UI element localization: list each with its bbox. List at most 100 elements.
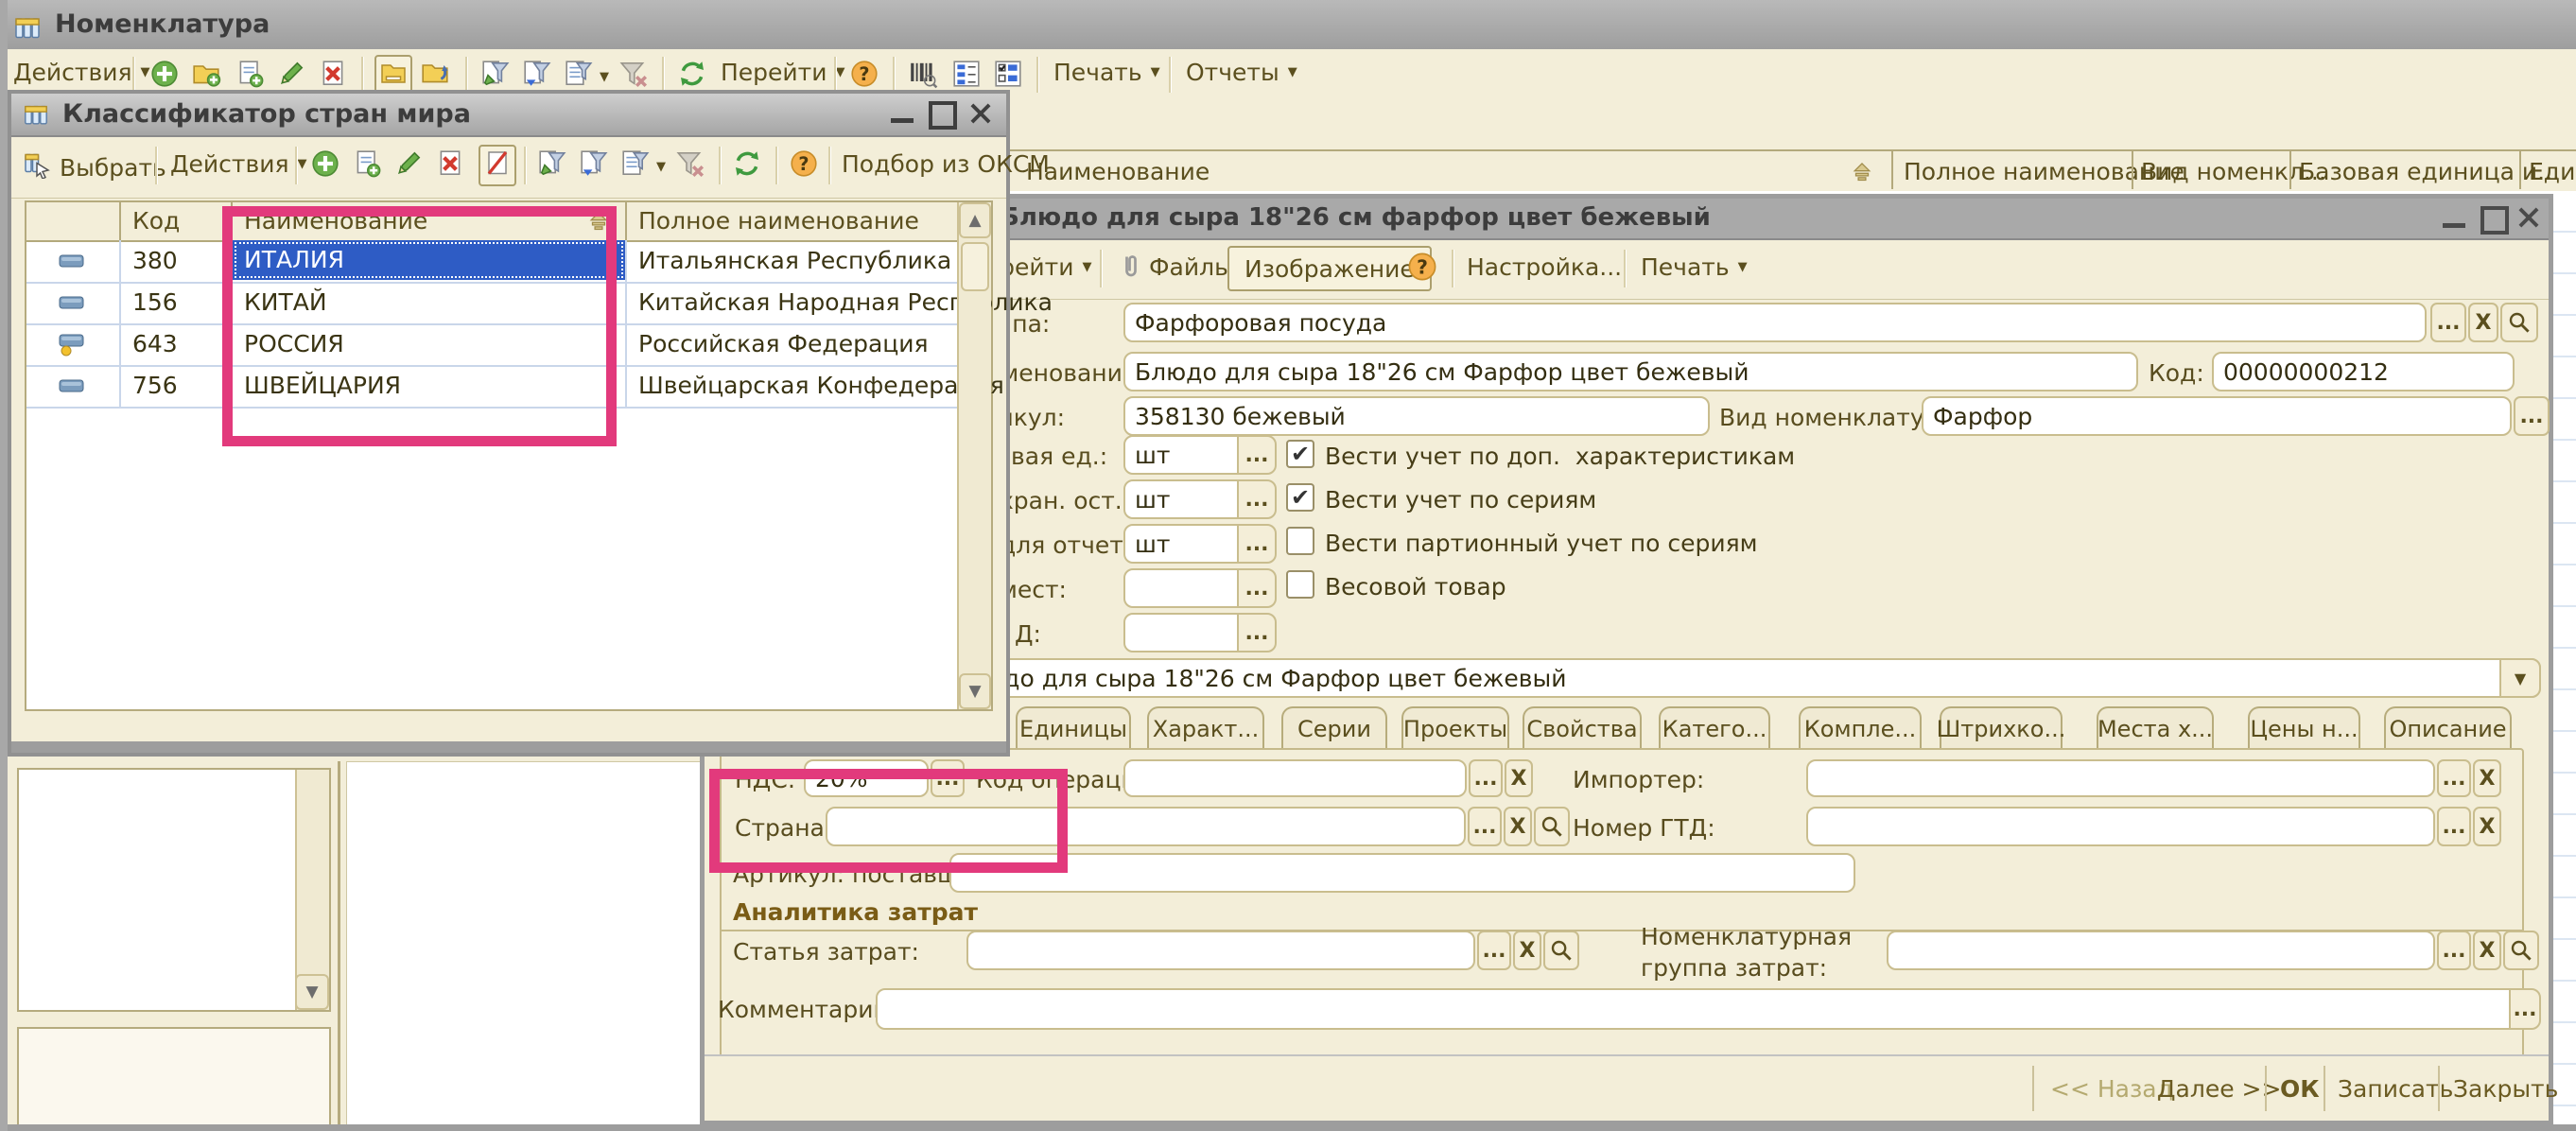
main-window-titlebar[interactable]: Номенклатура <box>0 0 2576 50</box>
ellipsis-button[interactable]: ... <box>1237 435 1277 475</box>
open-button[interactable] <box>2500 303 2538 342</box>
main-list-left-area[interactable] <box>346 761 704 1131</box>
ellipsis-button[interactable]: ... <box>1468 807 1502 846</box>
copy-icon[interactable] <box>235 59 265 93</box>
filter-clear-icon[interactable] <box>675 148 705 183</box>
comment-field[interactable] <box>876 988 2511 1030</box>
open-button[interactable] <box>1534 807 1570 846</box>
help-icon[interactable]: ? <box>789 148 819 183</box>
close-button[interactable] <box>968 101 993 126</box>
table-row[interactable]: 156 КИТАЙ Китайская Народная Республика <box>26 282 959 325</box>
scroll-down-button[interactable]: ▼ <box>959 673 991 709</box>
ok-button[interactable]: ОК <box>2280 1075 2320 1103</box>
stock-unit-field[interactable]: шт <box>1123 479 1239 519</box>
fullname-dropdown[interactable]: Блюдо для сыра 18"26 см Фарфор цвет беже… <box>941 658 2541 698</box>
clear-button[interactable]: X <box>2468 303 2498 342</box>
cost-item-field[interactable] <box>966 931 1475 970</box>
clear-button[interactable]: X <box>2473 931 2501 970</box>
close-dialog-button[interactable]: Закрыть <box>2453 1075 2558 1103</box>
ellipsis-button[interactable]: ... <box>1237 524 1277 564</box>
scroll-thumb[interactable] <box>961 242 989 291</box>
edit-icon[interactable] <box>276 59 306 93</box>
filter-set-icon[interactable] <box>579 148 609 183</box>
ellipsis-button[interactable]: ... <box>2437 807 2471 846</box>
countries-actions-menu-button[interactable]: Действия▼ <box>170 150 307 178</box>
vat-field[interactable]: 20% <box>804 759 929 797</box>
base-unit-field[interactable]: шт <box>1123 435 1239 475</box>
column-header-name[interactable]: Наименование <box>1026 158 1210 185</box>
print-menu-button[interactable]: Печать▼ <box>1053 59 1160 86</box>
name-field[interactable]: Блюдо для сыра 18"26 см Фарфор цвет беже… <box>1123 352 2138 392</box>
filter-list-icon[interactable] <box>620 148 651 183</box>
tnved-field[interactable] <box>1123 613 1239 652</box>
actions-menu-button[interactable]: Действия▼ <box>13 59 150 86</box>
add-icon[interactable] <box>149 59 180 93</box>
clear-button[interactable]: X <box>1513 931 1541 970</box>
article-field[interactable]: 358130 бежевый <box>1123 396 1710 436</box>
clear-button[interactable]: X <box>2473 807 2501 846</box>
gtd-field[interactable] <box>1806 807 2435 846</box>
ellipsis-button[interactable]: ... <box>2437 759 2471 797</box>
add-folder-icon[interactable] <box>191 59 221 93</box>
add-icon[interactable] <box>310 148 340 183</box>
tree-scrollbar[interactable]: ▼ <box>295 770 329 1010</box>
delete-icon[interactable] <box>435 148 465 183</box>
report-unit-field[interactable]: шт <box>1123 524 1239 564</box>
tab-projects[interactable]: Проекты <box>1401 706 1509 750</box>
tab-barcodes[interactable]: Штрихко... <box>1940 706 2063 750</box>
minimize-button[interactable] <box>891 118 914 123</box>
help-icon[interactable]: ? <box>1406 251 1438 287</box>
places-unit-field[interactable] <box>1123 568 1239 608</box>
view-settings-icon[interactable] <box>993 59 1023 93</box>
tab-storage[interactable]: Места х... <box>2097 706 2214 750</box>
dropdown-caret-icon[interactable]: ▼ <box>600 70 609 84</box>
tab-characteristics[interactable]: Характ... <box>1147 706 1264 750</box>
supplier-article-field[interactable] <box>949 853 1855 893</box>
clear-button[interactable]: X <box>1505 759 1533 797</box>
ellipsis-button[interactable]: ... <box>2437 931 2471 970</box>
filter-set-icon[interactable] <box>522 59 552 93</box>
select-button[interactable]: Выбрать <box>23 150 166 184</box>
ellipsis-button[interactable]: ... <box>1237 568 1277 608</box>
barcode-icon[interactable] <box>908 59 938 93</box>
countries-dialog-titlebar[interactable]: Классификатор стран мира <box>11 94 1006 137</box>
checkbox-series[interactable]: ✔ <box>1286 483 1314 512</box>
filter-edit-icon[interactable] <box>480 59 511 93</box>
importer-field[interactable] <box>1806 759 2435 797</box>
edit-icon[interactable] <box>393 148 424 183</box>
item-print-menu-button[interactable]: Печать▼ <box>1641 253 1748 281</box>
open-button[interactable] <box>1543 931 1579 970</box>
checkbox-batch-series[interactable] <box>1286 527 1314 555</box>
clear-button[interactable]: X <box>1504 807 1532 846</box>
maximize-button[interactable] <box>2480 206 2509 235</box>
filter-list-icon[interactable] <box>564 59 594 93</box>
ellipsis-button[interactable]: ... <box>931 759 965 797</box>
settings-button[interactable]: Настройка... <box>1467 253 1622 281</box>
cost-group-field[interactable] <box>1887 931 2435 970</box>
column-header-fullname[interactable]: Полное наименование <box>638 207 919 235</box>
operation-field[interactable] <box>1123 759 1467 797</box>
ellipsis-button[interactable]: ... <box>2514 396 2550 436</box>
countries-scrollbar[interactable]: ▲ ▼ <box>957 202 991 709</box>
tab-prices[interactable]: Цены н... <box>2248 706 2360 750</box>
column-header-name[interactable]: Наименование <box>244 207 427 235</box>
table-row[interactable]: 380 ИТАЛИЯ Итальянская Республика <box>26 240 959 284</box>
refresh-icon[interactable] <box>677 59 707 93</box>
dropdown-button[interactable]: ▼ <box>2499 658 2541 698</box>
ellipsis-button[interactable]: ... <box>2509 988 2541 1030</box>
ellipsis-button[interactable]: ... <box>1237 613 1277 652</box>
filter-edit-icon[interactable] <box>537 148 567 183</box>
tab-properties[interactable]: Свойства <box>1523 706 1642 750</box>
open-button[interactable] <box>2503 931 2539 970</box>
goto-menu-button[interactable]: Перейти▼ <box>721 59 845 86</box>
copy-icon[interactable] <box>352 148 382 183</box>
scroll-up-button[interactable]: ▲ <box>959 202 991 238</box>
tab-units[interactable]: Единицы <box>1016 706 1131 750</box>
close-button[interactable] <box>2516 205 2541 230</box>
ellipsis-button[interactable]: ... <box>2430 303 2466 342</box>
refresh-icon[interactable] <box>732 148 762 183</box>
folder-up-icon[interactable] <box>420 58 450 92</box>
save-button[interactable]: Записать <box>2338 1075 2453 1103</box>
dropdown-caret-icon[interactable]: ▼ <box>656 160 666 174</box>
panel-splitter[interactable] <box>338 761 340 1131</box>
